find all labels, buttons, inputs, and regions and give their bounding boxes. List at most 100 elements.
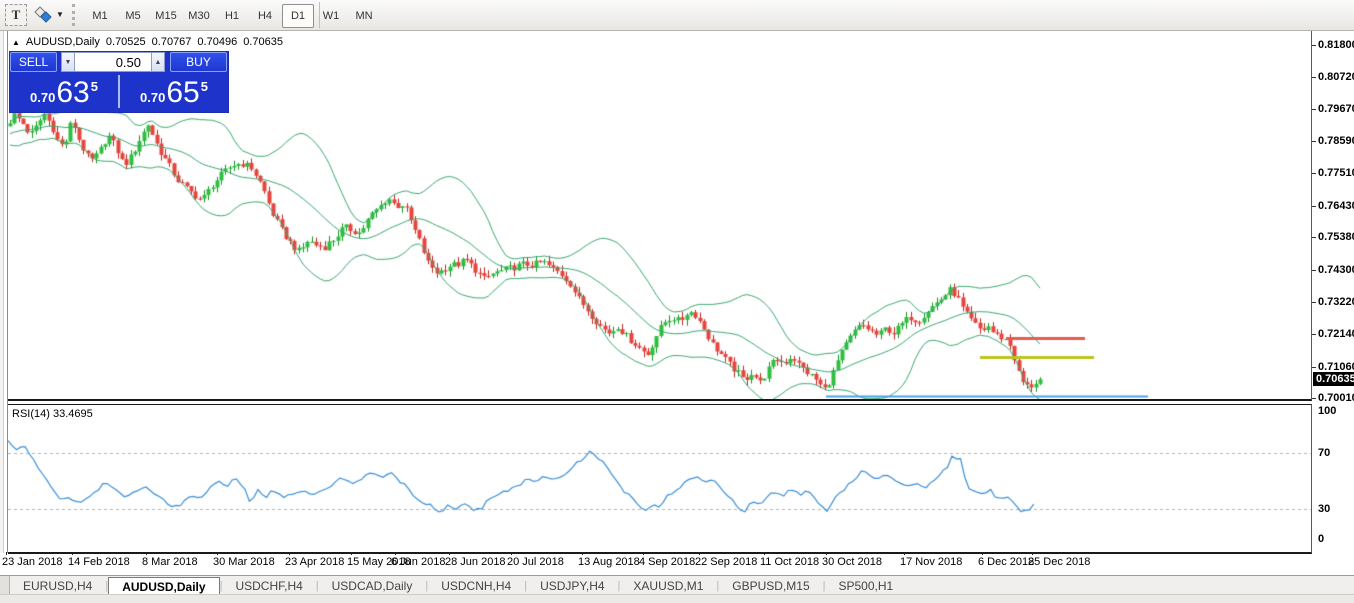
- date-tick-label: 11 Oct 2018: [760, 556, 819, 568]
- price-tick-label: 0.76430: [1318, 200, 1354, 212]
- buy-button[interactable]: BUY: [170, 52, 227, 72]
- date-tick: [826, 552, 827, 555]
- date-tick: [582, 552, 583, 555]
- arrows-tool-icon: [34, 6, 52, 23]
- date-tick-label: 6 Dec 2018: [978, 556, 1034, 568]
- price-tick-label: 0.79670: [1318, 103, 1354, 115]
- date-tick-label: 14 Feb 2018: [68, 556, 130, 568]
- text-tool-button[interactable]: T: [5, 4, 27, 26]
- chart-tab-usdjpy-h4[interactable]: USDJPY,H4: [527, 576, 617, 595]
- ohlc-open: 0.70525: [106, 36, 146, 48]
- price-tick: [1312, 109, 1316, 110]
- price-tick-label: 0.80720: [1318, 71, 1354, 83]
- timeframe-bar: M1M5M15M30H1H4D1W1MN: [84, 4, 380, 28]
- price-tick: [1312, 367, 1316, 368]
- date-tick: [395, 552, 396, 555]
- timeframe-button-m30[interactable]: M30: [183, 4, 215, 28]
- buy-price-big-digits: 65: [166, 78, 199, 108]
- date-tick: [764, 552, 765, 555]
- buy-price-display[interactable]: 0.70 65 5: [120, 73, 228, 110]
- chart-symbol-label: AUDUSD,Daily: [26, 36, 100, 48]
- price-axis[interactable]: 0.818000.807200.796700.785900.775100.764…: [1312, 31, 1354, 553]
- date-tick: [982, 552, 983, 555]
- sell-price-big-digits: 63: [56, 78, 89, 108]
- volume-input[interactable]: [75, 52, 151, 72]
- one-click-trading-panel: SELL ▼ ▲ BUY 0.70 63 5 0.70 65 5: [10, 52, 228, 112]
- rsi-scale-label: 30: [1318, 503, 1330, 515]
- timeframe-button-h1[interactable]: H1: [216, 4, 248, 28]
- timeframe-button-m1[interactable]: M1: [84, 4, 116, 28]
- chart-tab-gbpusd-m15[interactable]: GBPUSD,M15: [719, 576, 822, 595]
- date-axis[interactable]: 23 Jan 201814 Feb 20188 Mar 201830 Mar 2…: [0, 553, 1354, 573]
- price-tick: [1312, 237, 1316, 238]
- date-tick-label: 30 Oct 2018: [822, 556, 882, 568]
- chevron-down-icon[interactable]: ▼: [56, 10, 64, 19]
- rsi-scale-label: 0: [1318, 533, 1324, 545]
- volume-group: ▼ ▲: [61, 52, 165, 72]
- price-tick: [1312, 173, 1316, 174]
- collapse-triangle-icon[interactable]: ▲: [12, 38, 20, 47]
- price-tick-label: 0.70010: [1318, 392, 1354, 404]
- price-tick-label: 0.73220: [1318, 296, 1354, 308]
- date-tick: [6, 552, 7, 555]
- date-tick: [217, 552, 218, 555]
- price-tick: [1312, 77, 1316, 78]
- price-tick-label: 0.81800: [1318, 39, 1354, 51]
- ohlc-high: 0.70767: [152, 36, 192, 48]
- timeframe-button-m5[interactable]: M5: [117, 4, 149, 28]
- chart-tab-usdchf-h4[interactable]: USDCHF,H4: [222, 576, 315, 595]
- chart-tab-audusd-daily[interactable]: AUDUSD,Daily: [108, 577, 219, 595]
- date-tick-label: 20 Jul 2018: [507, 556, 564, 568]
- price-tick: [1312, 141, 1316, 142]
- timeframe-button-h4[interactable]: H4: [249, 4, 281, 28]
- price-tick: [1312, 302, 1316, 303]
- trade-panel-prices: 0.70 63 5 0.70 65 5: [10, 73, 228, 110]
- date-tick-label: 23 Jan 2018: [2, 556, 63, 568]
- timeframe-button-mn[interactable]: MN: [348, 4, 380, 28]
- price-tick: [1312, 270, 1316, 271]
- date-tick: [351, 552, 352, 555]
- chart-tab-usdcnh-h4[interactable]: USDCNH,H4: [428, 576, 524, 595]
- date-tick-label: 6 Jun 2018: [391, 556, 445, 568]
- price-tick-label: 0.77510: [1318, 167, 1354, 179]
- date-tick-label: 28 Jun 2018: [445, 556, 506, 568]
- toolbar-separator: [319, 2, 320, 28]
- chart-tab-xauusd-m1[interactable]: XAUUSD,M1: [620, 576, 716, 595]
- arrows-tool-button[interactable]: ▼: [34, 6, 64, 23]
- tab-scroll-notch[interactable]: [0, 576, 10, 595]
- date-tick: [72, 552, 73, 555]
- timeframe-button-m15[interactable]: M15: [150, 4, 182, 28]
- rsi-chart-canvas: [8, 405, 1311, 552]
- chart-title: ▲ AUDUSD,Daily 0.70525 0.70767 0.70496 0…: [12, 36, 283, 48]
- timeframe-button-d1[interactable]: D1: [282, 4, 314, 28]
- chart-tab-sp500-h1[interactable]: SP500,H1: [826, 576, 907, 595]
- sell-button[interactable]: SELL: [10, 52, 57, 72]
- date-tick: [1032, 552, 1033, 555]
- volume-increase-button[interactable]: ▲: [151, 52, 165, 72]
- date-tick-label: 23 Apr 2018: [285, 556, 344, 568]
- trade-panel-controls: SELL ▼ ▲ BUY: [10, 52, 228, 72]
- chart-tab-bar: EURUSD,H4|AUDUSD,Daily|USDCHF,H4|USDCAD,…: [0, 575, 1354, 595]
- price-tick: [1312, 206, 1316, 207]
- date-tick: [643, 552, 644, 555]
- sell-price-prefix: 0.70: [30, 90, 55, 105]
- date-tick: [904, 552, 905, 555]
- price-tick: [1312, 334, 1316, 335]
- buy-price-prefix: 0.70: [140, 90, 165, 105]
- date-tick-label: 17 Nov 2018: [900, 556, 962, 568]
- date-tick-label: 8 Mar 2018: [142, 556, 198, 568]
- sell-price-display[interactable]: 0.70 63 5: [10, 73, 118, 110]
- rsi-indicator-pane: [8, 404, 1312, 554]
- chart-tab-usdcad-daily[interactable]: USDCAD,Daily: [319, 576, 426, 595]
- rsi-scale-label: 100: [1318, 405, 1336, 417]
- date-tick: [511, 552, 512, 555]
- sell-price-pip: 5: [91, 79, 98, 94]
- price-tick-label: 0.75380: [1318, 231, 1354, 243]
- date-tick-label: 25 Dec 2018: [1028, 556, 1090, 568]
- date-tick-label: 4 Sep 2018: [639, 556, 695, 568]
- toolbar-grip: [72, 4, 75, 26]
- volume-decrease-button[interactable]: ▼: [61, 52, 75, 72]
- rsi-indicator-label: RSI(14) 33.4695: [12, 408, 93, 420]
- chart-tab-eurusd-h4[interactable]: EURUSD,H4: [10, 576, 105, 595]
- date-tick-label: 13 Aug 2018: [578, 556, 640, 568]
